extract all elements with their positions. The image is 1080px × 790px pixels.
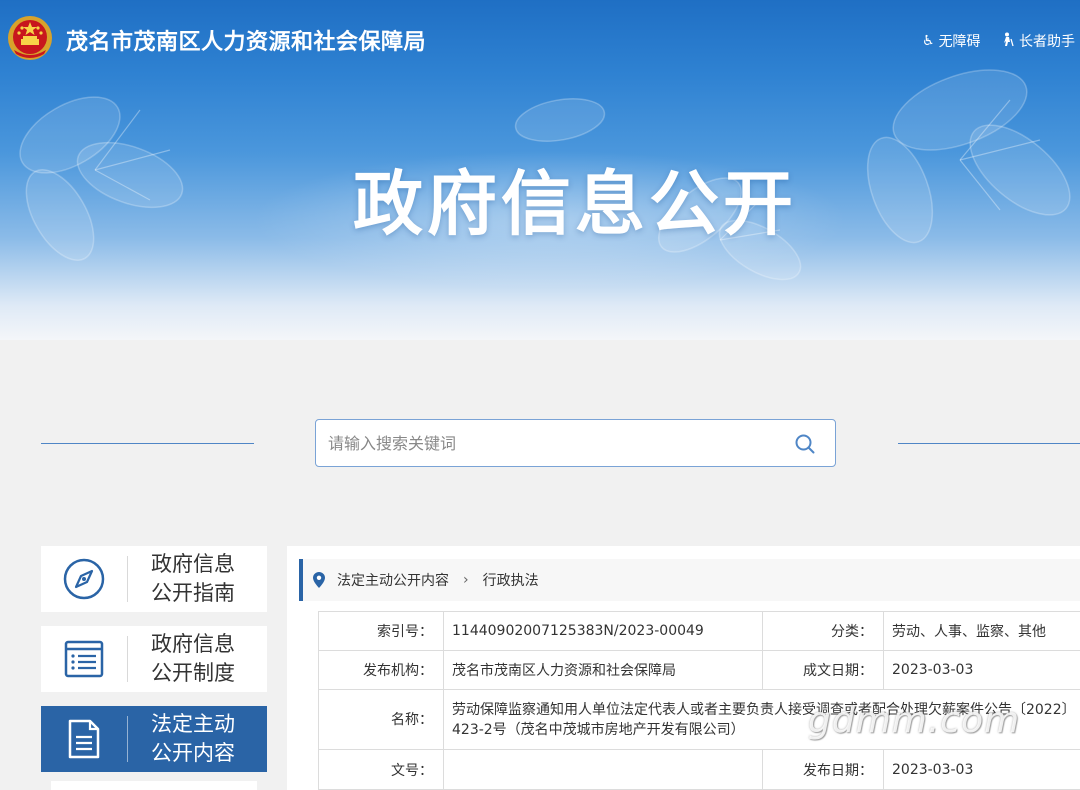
breadcrumb: 法定主动公开内容 › 行政执法 <box>299 559 1080 601</box>
detail-panel: 法定主动公开内容 › 行政执法 索引号： 11440902007125383N/… <box>287 546 1080 790</box>
accessibility-link[interactable]: ♿ 无障碍 <box>922 31 981 51</box>
publisher-value: 茂名市茂南区人力资源和社会保障局 <box>443 650 763 690</box>
search-divider-right <box>898 443 1080 444</box>
national-emblem-icon <box>8 16 52 60</box>
category-value: 劳动、人事、监察、其他 <box>883 611 1080 651</box>
compass-icon <box>63 558 105 600</box>
doc-no-value <box>443 749 763 790</box>
search-input[interactable] <box>328 420 768 466</box>
sidebar-item-mandatory-disclosure[interactable]: 法定主动 公开内容 <box>41 706 267 772</box>
breadcrumb-current[interactable]: 行政执法 <box>483 570 539 590</box>
accessibility-label: 无障碍 <box>938 34 981 50</box>
sidebar-item-label: 政府信息 公开指南 <box>151 552 235 605</box>
elder-icon <box>1001 32 1015 51</box>
list-document-icon <box>64 640 104 678</box>
sidebar-submenu <box>51 781 257 790</box>
table-row: 文号： 发布日期： 2023-03-03 <box>318 749 1080 790</box>
index-label: 索引号： <box>318 611 444 651</box>
doc-no-label: 文号： <box>318 749 444 790</box>
chevron-right-icon: › <box>463 572 469 588</box>
category-label: 分类： <box>762 611 884 651</box>
watermark: gdmm.com <box>808 700 1021 741</box>
breadcrumb-parent-link[interactable]: 法定主动公开内容 <box>337 570 449 590</box>
written-date-label: 成文日期： <box>762 650 884 690</box>
publish-date-label: 发布日期： <box>762 749 884 790</box>
banner: 茂名市茂南区人力资源和社会保障局 ♿ 无障碍 长者助手 政府信息公开 <box>0 0 1080 340</box>
written-date-value: 2023-03-03 <box>883 650 1080 690</box>
elder-label: 长者助手 <box>1019 34 1075 50</box>
search-divider-left <box>41 443 254 444</box>
wheelchair-icon: ♿ <box>922 33 935 49</box>
name-label: 名称： <box>318 689 444 750</box>
sidebar-item-guide[interactable]: 政府信息 公开指南 <box>41 546 267 612</box>
document-icon <box>68 719 100 759</box>
search-box <box>315 419 836 467</box>
search-icon[interactable] <box>794 433 816 455</box>
sidebar-item-label: 政府信息 公开制度 <box>151 632 235 685</box>
sidebar-item-label: 法定主动 公开内容 <box>151 712 235 765</box>
location-pin-icon <box>313 572 325 588</box>
index-value: 11440902007125383N/2023-00049 <box>443 611 763 651</box>
banner-heading: 政府信息公开 <box>353 163 797 245</box>
table-row: 索引号： 11440902007125383N/2023-00049 分类： 劳… <box>318 611 1080 651</box>
publisher-label: 发布机构： <box>318 650 444 690</box>
site-title[interactable]: 茂名市茂南区人力资源和社会保障局 <box>66 24 426 56</box>
sidebar-item-system[interactable]: 政府信息 公开制度 <box>41 626 267 692</box>
publish-date-value: 2023-03-03 <box>883 749 1080 790</box>
top-bar: 茂名市茂南区人力资源和社会保障局 ♿ 无障碍 长者助手 <box>0 0 1080 80</box>
elder-helper-link[interactable]: 长者助手 <box>1001 31 1075 51</box>
table-row: 发布机构： 茂名市茂南区人力资源和社会保障局 成文日期： 2023-03-03 <box>318 650 1080 690</box>
